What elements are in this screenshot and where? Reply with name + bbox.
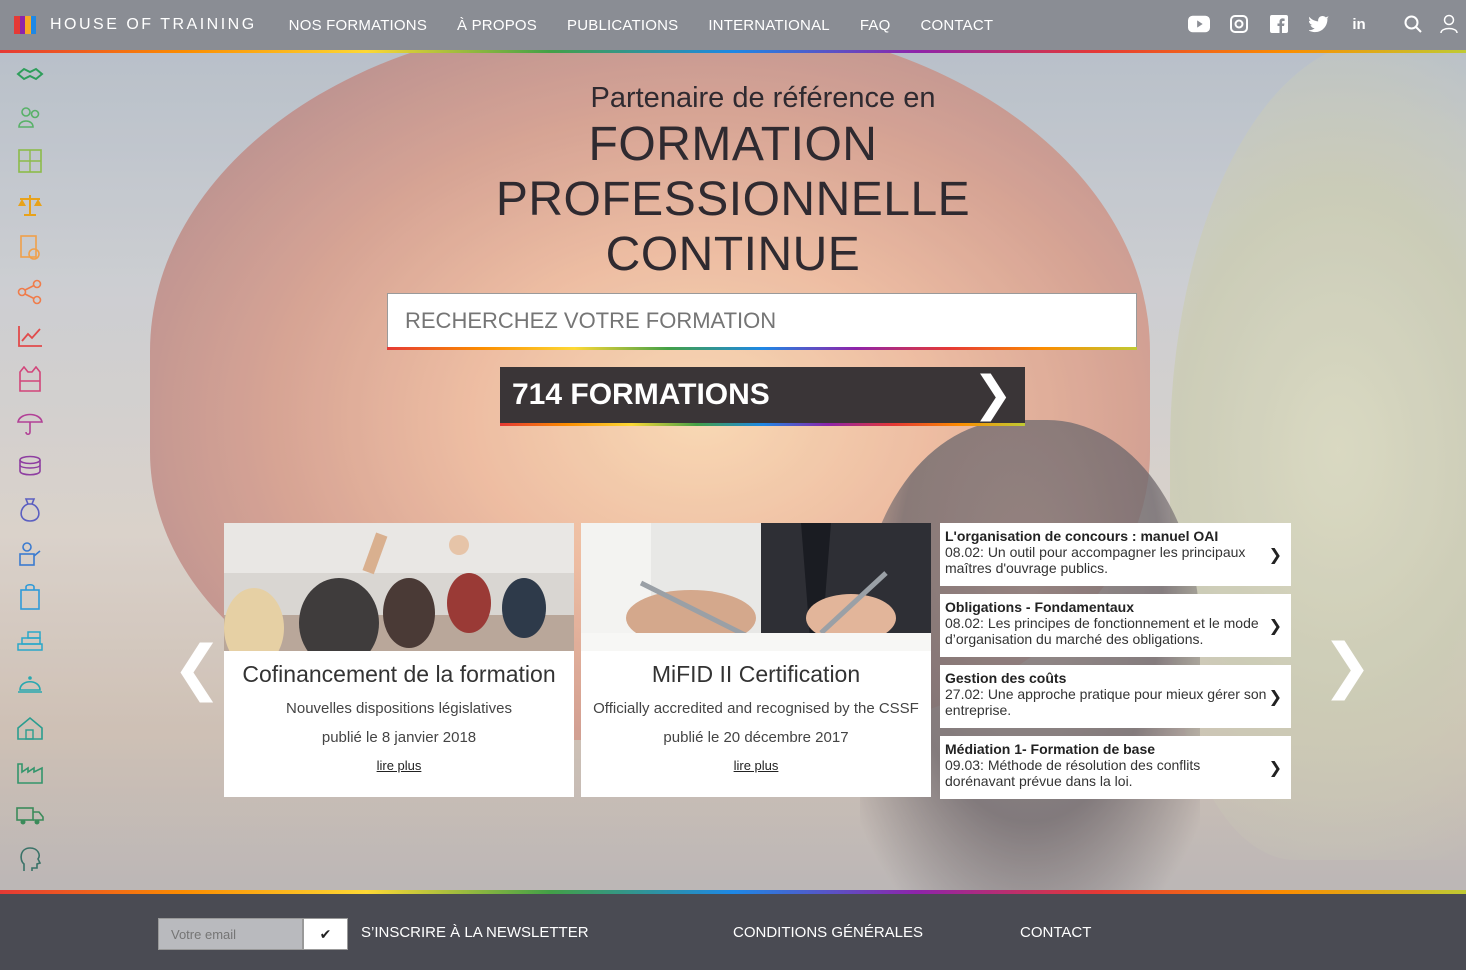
nav-item-publications[interactable]: PUBLICATIONS bbox=[567, 17, 678, 34]
news-item[interactable]: Médiation 1- Formation de base 09.03: Mé… bbox=[940, 736, 1291, 799]
newsletter-email-box bbox=[158, 918, 303, 950]
carousel-prev-button[interactable]: ❮ bbox=[172, 638, 222, 698]
carousel-next-button[interactable]: ❯ bbox=[1322, 636, 1372, 696]
chevron-right-icon: ❯ bbox=[1268, 760, 1282, 777]
head-profile-icon[interactable] bbox=[14, 843, 46, 875]
logo-text: HOUSE OF TRAINING bbox=[50, 16, 257, 33]
classroom-photo bbox=[224, 523, 574, 668]
hero-title-line3: CONTINUE bbox=[605, 228, 861, 281]
youtube-icon[interactable] bbox=[1188, 13, 1210, 35]
hero-title-line2: PROFESSIONNELLE bbox=[495, 173, 971, 226]
header-tools bbox=[1402, 13, 1460, 35]
facebook-icon[interactable] bbox=[1268, 13, 1290, 35]
footer-contact-link[interactable]: CONTACT bbox=[1020, 924, 1091, 941]
hero-heading: Partenaire de référence en FORMATION PRO… bbox=[0, 82, 1466, 282]
twitter-icon[interactable] bbox=[1308, 13, 1330, 35]
article-title: Cofinancement de la formation bbox=[242, 661, 556, 687]
article-description: Nouvelles dispositions législatives bbox=[286, 700, 512, 717]
nav-item-formations[interactable]: NOS FORMATIONS bbox=[289, 17, 427, 34]
chart-trend-icon[interactable] bbox=[14, 320, 46, 352]
formations-count-button[interactable]: 714 FORMATIONS ❯ bbox=[500, 367, 1025, 423]
news-description: 08.02: Les principes de fonctionnement e… bbox=[945, 615, 1259, 647]
social-links: in bbox=[1188, 13, 1370, 35]
bricks-icon[interactable] bbox=[14, 625, 46, 657]
site-logo[interactable]: HOUSE OF TRAINING bbox=[14, 16, 257, 34]
top-navigation-bar: HOUSE OF TRAINING NOS FORMATIONS À PROPO… bbox=[0, 0, 1466, 50]
read-more-link[interactable]: lire plus bbox=[734, 758, 779, 773]
nav-item-faq[interactable]: FAQ bbox=[860, 17, 891, 34]
presenter-icon[interactable] bbox=[14, 538, 46, 570]
coins-icon[interactable] bbox=[14, 450, 46, 482]
news-item[interactable]: Obligations - Fondamentaux 08.02: Les pr… bbox=[940, 594, 1291, 657]
chevron-right-icon: ❯ bbox=[1268, 547, 1282, 564]
news-title: Médiation 1- Formation de base bbox=[945, 741, 1156, 757]
linkedin-icon[interactable]: in bbox=[1348, 13, 1370, 35]
formations-count-label: 714 FORMATIONS bbox=[512, 378, 770, 411]
news-item[interactable]: L'organisation de concours : manuel OAI … bbox=[940, 523, 1291, 586]
article-description: Officially accredited and recognised by … bbox=[593, 700, 919, 717]
umbrella-icon[interactable] bbox=[14, 407, 46, 439]
news-item[interactable]: Gestion des coûts 27.02: Une approche pr… bbox=[940, 665, 1291, 728]
chevron-right-icon: ❯ bbox=[972, 368, 1013, 421]
search-rainbow-stripe bbox=[387, 347, 1137, 350]
hero-subtitle: Partenaire de référence en bbox=[590, 82, 936, 114]
shopping-bag-icon[interactable] bbox=[14, 581, 46, 613]
article-card[interactable]: Cofinancement de la formation Nouvelles … bbox=[224, 523, 574, 797]
article-title: MiFID II Certification bbox=[651, 661, 861, 687]
chevron-right-icon: ❯ bbox=[1268, 618, 1282, 635]
article-date: publié le 20 décembre 2017 bbox=[663, 729, 849, 746]
main-nav: NOS FORMATIONS À PROPOS PUBLICATIONS INT… bbox=[289, 17, 1024, 34]
chevron-right-icon: ❯ bbox=[1268, 689, 1282, 706]
logo-mark-icon bbox=[14, 16, 36, 34]
signing-photo bbox=[581, 523, 931, 651]
news-title: Gestion des coûts bbox=[945, 670, 1067, 686]
search-input[interactable] bbox=[388, 294, 1136, 348]
top-rainbow-stripe bbox=[0, 50, 1466, 53]
nav-item-contact[interactable]: CONTACT bbox=[920, 17, 993, 34]
factory-icon[interactable] bbox=[14, 756, 46, 788]
news-title: Obligations - Fondamentaux bbox=[945, 599, 1135, 615]
safety-vest-icon[interactable] bbox=[14, 363, 46, 395]
hero-title-line1: FORMATION bbox=[588, 118, 878, 171]
nav-item-a-propos[interactable]: À PROPOS bbox=[457, 17, 537, 34]
news-description: 08.02: Un outil pour accompagner les pri… bbox=[945, 544, 1246, 576]
user-icon[interactable] bbox=[1438, 13, 1460, 35]
nav-item-international[interactable]: INTERNATIONAL bbox=[708, 17, 830, 34]
newsletter-submit-button[interactable]: ✔ bbox=[303, 918, 348, 950]
house-icon[interactable] bbox=[14, 712, 46, 744]
formations-rainbow-stripe bbox=[500, 423, 1025, 426]
newsletter-email-input[interactable] bbox=[159, 919, 302, 949]
news-description: 27.02: Une approche pratique pour mieux … bbox=[945, 686, 1267, 718]
search-icon[interactable] bbox=[1402, 13, 1424, 35]
footer: ✔ S’INSCRIRE À LA NEWSLETTER CONDITIONS … bbox=[0, 894, 1466, 970]
terms-link[interactable]: CONDITIONS GÉNÉRALES bbox=[733, 924, 923, 941]
news-title: L'organisation de concours : manuel OAI bbox=[945, 528, 1219, 544]
truck-icon[interactable] bbox=[14, 799, 46, 831]
checkmark-icon: ✔ bbox=[319, 925, 332, 942]
news-description: 09.03: Méthode de résolution des conflit… bbox=[945, 757, 1201, 789]
cloche-icon[interactable] bbox=[14, 668, 46, 700]
read-more-link[interactable]: lire plus bbox=[377, 758, 422, 773]
article-card[interactable]: MiFID II Certification Officially accred… bbox=[581, 523, 931, 797]
instagram-icon[interactable] bbox=[1228, 13, 1250, 35]
newsletter-signup-link[interactable]: S’INSCRIRE À LA NEWSLETTER bbox=[361, 924, 589, 941]
money-bag-icon[interactable] bbox=[14, 494, 46, 526]
article-date: publié le 8 janvier 2018 bbox=[321, 729, 477, 746]
search-box bbox=[387, 293, 1137, 349]
